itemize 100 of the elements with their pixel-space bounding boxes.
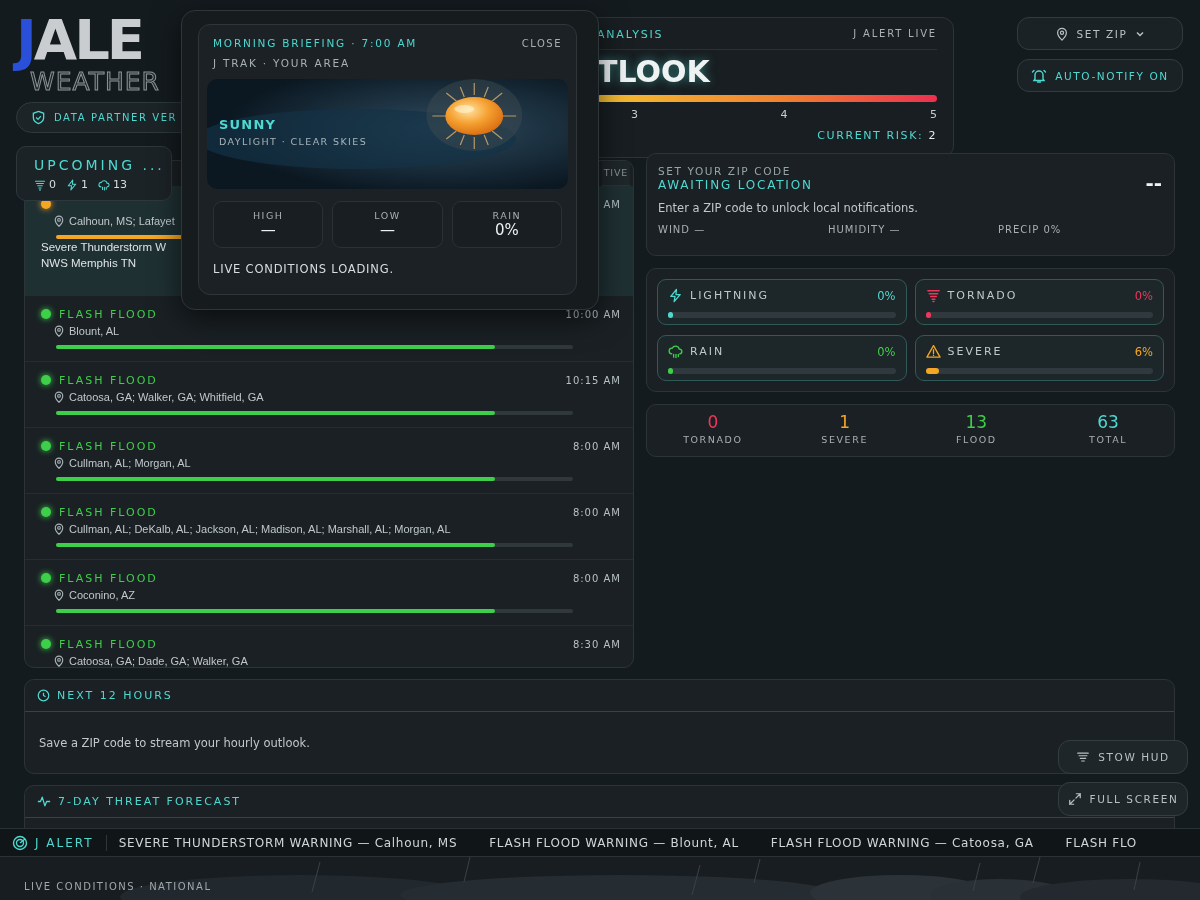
location-status: AWAITING LOCATION [658,178,813,192]
alert-time: 10:00 AM [565,308,621,320]
panel-title: 7-DAY THREAT FORECAST [58,795,242,808]
lightning-icon [668,288,683,303]
radar-icon [12,834,28,851]
set-zip-button[interactable]: SET ZIP [1017,17,1183,50]
lightning-icon [66,178,78,191]
total-label: SEVERE [821,434,868,445]
scale-tick-label: 5 [930,108,937,121]
weather-reading: HUMIDITY — [828,224,902,235]
scale-tick-label: 4 [780,108,788,121]
location-pin-icon [53,457,65,469]
stat-label: LOW [374,210,401,221]
alert-location: Blount, AL [69,325,120,337]
briefing-status: LIVE CONDITIONS LOADING. [213,262,395,276]
stat-value: 0% [494,221,519,239]
stow-hud-button[interactable]: STOW HUD [1058,740,1188,774]
panel-title: ANALYSIS [597,28,664,41]
footer-caption: LIVE CONDITIONS · NATIONAL [24,881,212,892]
briefing-subtitle: J TRAK · YOUR AREA [213,57,351,69]
tornado-icon [925,288,941,303]
stat-value: — [260,221,276,239]
ticker-item[interactable]: SEVERE THUNDERSTORM WARNING — Calhoun, MS [118,835,458,850]
alert-row[interactable]: FLASH FLOOD 8:00 AM Coconino, AZ [25,560,633,626]
alert-row[interactable]: FLASH FLOOD 8:00 AM Cullman, AL; DeKalb, AL; Jackson, AL; Madison, AL; Marshall, AL; Morgan, AL [25,494,633,560]
threat-label: TORNADO [947,289,1018,302]
warning-icon [925,344,941,359]
alert-title: FLASH FLOOD [59,637,158,651]
total-label: TOTAL [1089,434,1128,445]
count-value: 1 [81,178,88,191]
scale-tick-label: 3 [631,108,638,121]
count-value: 0 [49,178,56,191]
threat-reading: 6% [1134,344,1153,359]
alert-description: NWS Memphis TN [41,256,136,271]
total-value: 63 [1097,412,1119,432]
alert-row[interactable]: FLASH FLOOD 10:15 AM Catoosa, GA; Walker, GA; Whitfield, GA [25,362,633,428]
stat-label: HIGH [252,210,284,221]
rain-cloud-icon [668,344,683,359]
auto-notify-button[interactable]: AUTO-NOTIFY ON [1017,59,1183,92]
alert-description: Severe Thunderstorm W [41,240,167,255]
expand-icon [1067,792,1082,806]
alert-location: Calhoun, MS; Lafayet [69,215,175,227]
ticker-item[interactable]: FLASH FLOOD WARNING — Blount, AL [489,835,739,850]
shield-check-icon [31,110,46,125]
tornado-icon [34,178,46,191]
total-value: 0 [707,412,719,432]
alert-title: FLASH FLOOD [59,373,158,387]
alert-time: 8:30 AM [572,638,621,650]
alert-time: 8:00 AM [572,572,621,584]
threat-label: SEVERE [947,345,1003,358]
outlook-heading: TLOOK [597,54,712,89]
threat-reading: 0% [877,288,896,303]
alert-title: FLASH FLOOD [59,505,158,519]
alert-time: 8:00 AM [572,506,621,518]
briefing-title: MORNING BRIEFING · 7:00 AM [213,37,418,49]
close-button[interactable]: CLOSE [521,37,562,49]
alert-location: Coconino, AZ [69,589,136,601]
alert-title: FLASH FLOOD [59,439,158,453]
filter-tab[interactable]: TIVE [601,161,630,186]
location-pin-icon [53,391,65,403]
current-risk-value: 2 [928,129,937,142]
badge-label: DATA PARTNER VER [54,112,178,123]
alert-time: AM [603,198,621,210]
bell-icon [1031,67,1048,84]
stat-value: — [380,221,395,239]
upcoming-title[interactable]: UPCOMING ... [34,157,165,173]
total-value: 1 [839,412,851,432]
alert-title: FLASH FLOOD [59,307,158,321]
lines-icon [1076,750,1091,764]
alert-location: Cullman, AL; Morgan, AL [69,457,191,469]
current-risk-label: CURRENT RISK: [817,129,924,142]
total-value: 13 [965,412,988,432]
ticker-item[interactable]: FLASH FLO [1065,835,1137,850]
temperature-value: -- [1145,171,1162,195]
location-pin-icon [53,589,65,601]
threat-label: LIGHTNING [690,289,770,302]
ticker-item[interactable]: FLASH FLOOD WARNING — Catoosa, GA [770,835,1034,850]
zip-label: SET YOUR ZIP CODE [658,165,792,177]
condition-detail: DAYLIGHT · CLEAR SKIES [219,136,368,147]
weather-reading: WIND — [658,224,707,235]
condition-label: SUNNY [219,117,278,132]
alert-time: 8:00 AM [572,440,621,452]
location-pin-icon [53,325,65,337]
alert-location: Cullman, AL; DeKalb, AL; Jackson, AL; Madison, AL; Marshall, AL; Morgan, AL [69,523,451,535]
alert-location: Catoosa, GA; Walker, GA; Whitfield, GA [69,391,264,403]
threat-label: RAIN [690,345,725,358]
source-label: J ALERT LIVE [853,28,937,41]
weather-reading: PRECIP 0% [998,224,1063,235]
threat-reading: 0% [877,344,896,359]
alert-row[interactable]: FLASH FLOOD 8:00 AM Cullman, AL; Morgan, AL [25,428,633,494]
zip-message: Enter a ZIP code to unlock local notifications. [658,201,919,215]
full-screen-button[interactable]: FULL SCREEN [1058,782,1188,816]
count-value: 13 [113,178,127,191]
location-pin-icon [53,523,65,535]
alert-location: Catoosa, GA; Dade, GA; Walker, GA [69,655,248,667]
total-label: FLOOD [956,434,997,445]
location-pin-icon [1054,26,1069,41]
hourly-message: Save a ZIP code to stream your hourly outlook. [38,735,311,750]
panel-title: NEXT 12 HOURS [57,689,173,702]
threat-reading: 0% [1134,288,1153,303]
